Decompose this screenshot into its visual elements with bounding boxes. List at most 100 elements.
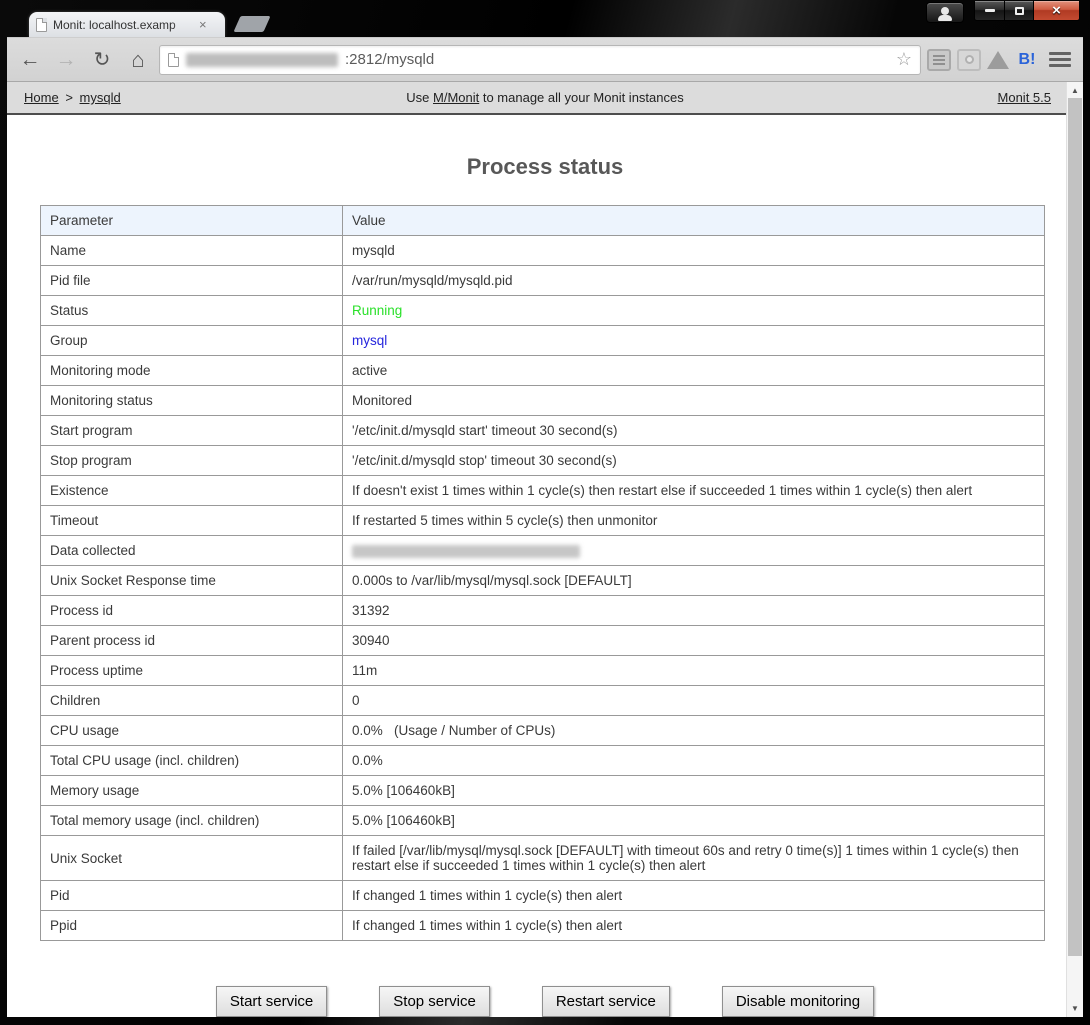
table-row: Ppid If changed 1 times within 1 cycle(s)…: [40, 910, 1045, 941]
table-row: Total CPU usage (incl. children) 0.0%: [40, 745, 1045, 776]
close-icon: ×: [1052, 2, 1061, 19]
address-text: :2812/mysqld: [345, 51, 435, 68]
scroll-down-icon[interactable]: ▼: [1067, 1001, 1083, 1016]
group-link[interactable]: mysql: [352, 333, 387, 348]
close-window-button[interactable]: ×: [1034, 1, 1080, 21]
menu-icon[interactable]: [1049, 52, 1071, 67]
breadcrumb-home-link[interactable]: Home: [24, 90, 59, 105]
minimize-button[interactable]: [974, 1, 1005, 21]
message-suffix: to manage all your Monit instances: [479, 90, 684, 105]
person-icon: [938, 6, 952, 21]
param-cell: Monitoring status: [40, 385, 343, 416]
value-cell: mysql: [342, 325, 1045, 356]
table-row: Monitoring status Monitored: [40, 385, 1045, 416]
table-row: Status Running: [40, 295, 1045, 326]
value-cell: If restarted 5 times within 5 cycle(s) t…: [342, 505, 1045, 536]
home-icon[interactable]: ⌂: [123, 48, 153, 71]
table-row: CPU usage 0.0% (Usage / Number of CPUs): [40, 715, 1045, 746]
table-row: Start program '/etc/init.d/mysqld start' …: [40, 415, 1045, 446]
stop-service-button[interactable]: Stop service: [379, 986, 490, 1017]
scroll-up-icon[interactable]: ▲: [1067, 83, 1083, 98]
table-row: Unix Socket If failed [/var/lib/mysql/mys…: [40, 835, 1045, 881]
value-cell: /var/run/mysqld/mysqld.pid: [342, 265, 1045, 296]
table-row: Data collected: [40, 535, 1045, 566]
table-row: Process uptime 11m: [40, 655, 1045, 686]
value-cell: Monitored: [342, 385, 1045, 416]
window-titlebar: Monit: localhost.examp × ×: [7, 0, 1083, 37]
minimize-icon: [984, 9, 995, 12]
param-cell: Process id: [40, 595, 343, 626]
table-row: Monitoring mode active: [40, 355, 1045, 386]
table-row: Group mysql: [40, 325, 1045, 356]
value-cell: mysqld: [342, 235, 1045, 266]
value-cell: '/etc/init.d/mysqld stop' timeout 30 sec…: [342, 445, 1045, 476]
close-tab-icon[interactable]: ×: [199, 18, 207, 31]
bookmark-star-icon[interactable]: ☆: [896, 49, 912, 70]
notes-extension-icon[interactable]: [927, 48, 951, 71]
param-cell: Data collected: [40, 535, 343, 566]
reload-icon[interactable]: ↻: [87, 50, 117, 70]
restart-service-button[interactable]: Restart service: [541, 986, 670, 1017]
forward-icon[interactable]: →: [51, 49, 81, 70]
value-cell: 11m: [342, 655, 1045, 686]
breadcrumb-current-link[interactable]: mysqld: [80, 90, 121, 105]
process-status-table: Parameter Value Name mysqld Pid file/var/r…: [40, 205, 1045, 941]
breadcrumb: Home > mysqld: [24, 90, 121, 105]
camera-extension-icon[interactable]: [957, 48, 981, 71]
value-cell: 0: [342, 685, 1045, 716]
param-cell: Group: [40, 325, 343, 356]
scrollbar[interactable]: ▲ ▼: [1066, 82, 1083, 1017]
mmonit-link[interactable]: M/Monit: [433, 90, 479, 105]
scrollbar-thumb[interactable]: [1068, 98, 1082, 956]
tab-title: Monit: localhost.examp: [53, 17, 176, 32]
param-cell: Pid file: [40, 265, 343, 296]
disable-monitoring-button[interactable]: Disable monitoring: [721, 986, 875, 1017]
page-title: Process status: [466, 154, 624, 179]
param-cell: Unix Socket Response time: [40, 565, 343, 596]
back-icon[interactable]: ←: [15, 49, 45, 70]
address-bar[interactable]: :2812/mysqld ☆: [159, 44, 921, 75]
maximize-icon: [1014, 6, 1024, 15]
page-icon: [36, 17, 47, 32]
status-table-body: Name mysqld Pid file/var/run/mysqld/mysqld…: [40, 235, 1045, 941]
table-row: Total memory usage (incl. children) 5.0% …: [40, 805, 1045, 836]
param-cell: Total memory usage (incl. children): [40, 805, 343, 836]
monit-header: Home > mysqld Use M/Monit to manage all …: [7, 82, 1083, 115]
param-cell: Status: [40, 295, 343, 326]
new-tab-button[interactable]: [233, 16, 271, 32]
browser-toolbar: ← → ↻ ⌂ :2812/mysqld ☆ B!: [7, 37, 1083, 82]
redacted-address-block: [186, 52, 338, 67]
table-row: Children 0: [40, 685, 1045, 716]
monit-version-link[interactable]: Monit 5.5: [998, 90, 1051, 105]
browser-tab[interactable]: Monit: localhost.examp ×: [29, 12, 225, 37]
window-controls: ×: [926, 1, 1080, 23]
profile-button[interactable]: [926, 2, 964, 23]
param-cell: Pid: [40, 880, 343, 911]
value-cell: If failed [/var/lib/mysql/mysql.sock [DE…: [342, 835, 1045, 881]
maximize-button[interactable]: [1005, 1, 1034, 21]
value-cell: If doesn't exist 1 times within 1 cycle(…: [342, 475, 1045, 506]
table-row: Name mysqld: [40, 235, 1045, 266]
value-cell: 0.0% (Usage / Number of CPUs): [342, 715, 1045, 746]
table-row: Unix Socket Response time 0.000s to /var/…: [40, 565, 1045, 596]
table-header-row: Parameter Value: [40, 205, 1045, 236]
drive-extension-icon[interactable]: [987, 50, 1009, 69]
hatena-bookmark-icon[interactable]: B!: [1015, 49, 1039, 71]
param-cell: Stop program: [40, 445, 343, 476]
value-cell: 0.0%: [342, 745, 1045, 776]
breadcrumb-separator: >: [65, 90, 73, 105]
value-cell: Running: [342, 295, 1045, 326]
param-cell: Start program: [40, 415, 343, 446]
camera-lens-icon: [964, 55, 974, 64]
monit-page: Home > mysqld Use M/Monit to manage all …: [7, 82, 1083, 1017]
start-service-button[interactable]: Start service: [215, 986, 328, 1017]
value-cell: active: [342, 355, 1045, 386]
param-cell: Unix Socket: [40, 835, 343, 881]
value-cell: 5.0% [106460kB]: [342, 775, 1045, 806]
table-row: Process id 31392: [40, 595, 1045, 626]
param-cell: Memory usage: [40, 775, 343, 806]
table-row: Memory usage 5.0% [106460kB]: [40, 775, 1045, 806]
mmonit-message: Use M/Monit to manage all your Monit ins…: [7, 90, 1083, 105]
value-cell: If changed 1 times within 1 cycle(s) the…: [342, 910, 1045, 941]
param-cell: Monitoring mode: [40, 355, 343, 386]
